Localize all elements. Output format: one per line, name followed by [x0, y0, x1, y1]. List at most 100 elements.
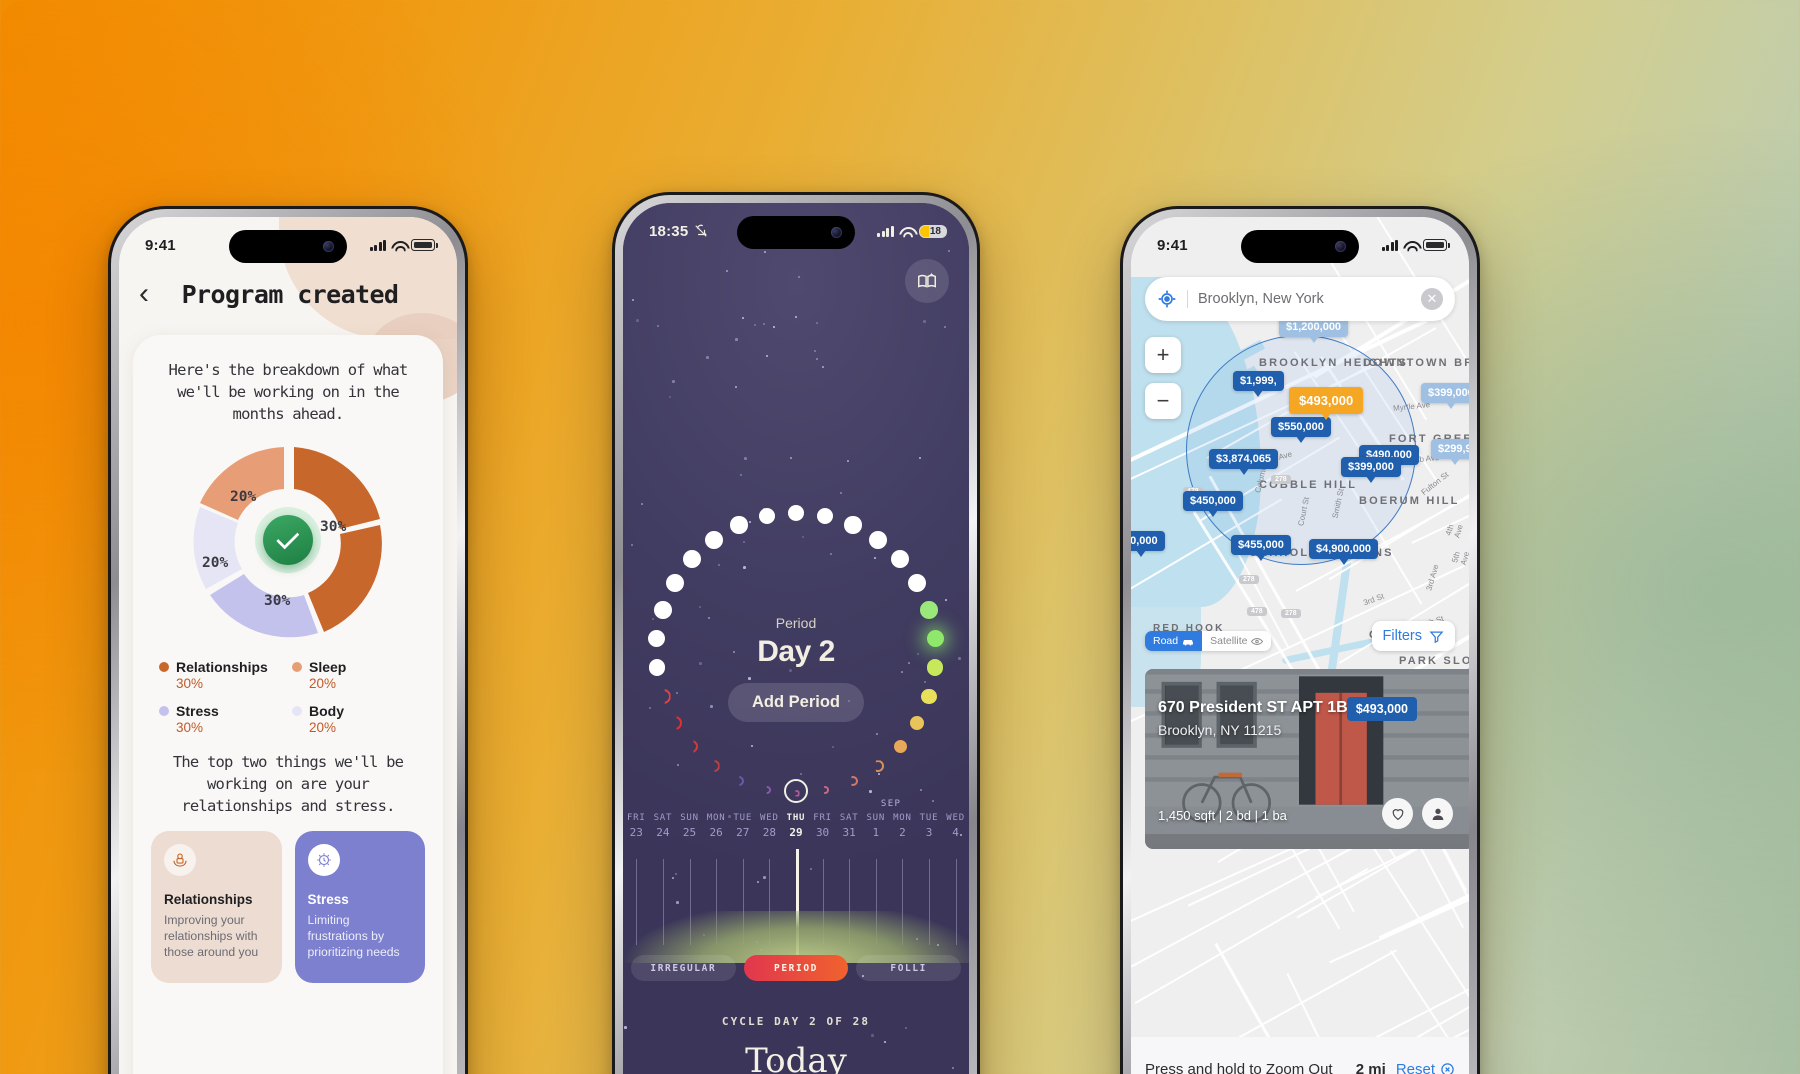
insights-book-button[interactable] [905, 259, 949, 303]
calendar-day[interactable]: SAT 31 [836, 813, 863, 839]
reset-label: Reset [1395, 1060, 1435, 1074]
map-price-pin[interactable]: $3,874,065 [1209, 449, 1279, 475]
zoom-out-button[interactable]: − [1145, 383, 1181, 419]
search-input[interactable]: Brooklyn, New York [1198, 291, 1411, 307]
calendar-day[interactable]: WED 4 [942, 813, 969, 839]
map-price-pin[interactable]: $550,000 [1271, 417, 1331, 443]
map-price-pin[interactable]: $455,000 [1231, 535, 1291, 561]
moon-phase-dot [869, 530, 888, 549]
dynamic-island [229, 230, 347, 263]
legend-value: 20% [309, 720, 337, 735]
reset-button[interactable]: Reset [1396, 1061, 1455, 1074]
calendar-day[interactable]: WED 28 [756, 813, 783, 839]
legend-item-relationships: Relationships 30% [159, 659, 284, 691]
map-price-pin[interactable]: 90,000 [1131, 531, 1165, 557]
calendar-daynum: 3 [925, 826, 933, 839]
calendar-day[interactable]: SUN 25 [676, 813, 703, 839]
breakdown-donut-chart: 20% 30% 20% 30% [168, 431, 408, 649]
calendar-weekday: FRI [813, 813, 832, 823]
maptype-road[interactable]: Road [1145, 631, 1203, 651]
date-timeline[interactable]: SEP FRI 23 SAT 24 SUN 25 MON 26 TUE 27 WED 28… [623, 799, 969, 963]
segment-follicular[interactable]: FOLLI [856, 955, 962, 981]
legend-dot [292, 662, 302, 672]
add-period-button[interactable]: Add Period [727, 683, 864, 722]
card-desc: Improving your relationships with those … [164, 913, 259, 960]
moon-phase-dot [844, 516, 862, 534]
calendar-day[interactable]: FRI 30 [809, 813, 836, 839]
status-time: 9:41 [145, 236, 176, 254]
calendar-day[interactable]: SUN 1 [862, 813, 889, 839]
eye-icon [1251, 637, 1264, 645]
close-icon[interactable]: ✕ [1421, 288, 1443, 310]
dynamic-island [1241, 230, 1359, 263]
map-price-pin[interactable]: $399,000 [1341, 457, 1401, 483]
phone-realestate-map: BROOKLYN HEIGHTSDOWNTOWN BROOKLYNCOBBLE … [1120, 206, 1480, 1074]
property-price-badge: $493,000 [1346, 697, 1417, 721]
map-price-pin[interactable]: $399,000 [1421, 383, 1469, 409]
calendar-weekday: TUE [733, 813, 753, 823]
calendar-day[interactable]: TUE 3 [916, 813, 943, 839]
moon-phase-dot [730, 516, 748, 534]
calendar-daynum: 2 [899, 826, 906, 839]
search-bar[interactable]: Brooklyn, New York ✕ [1145, 277, 1455, 321]
calendar-weekday: SUN [680, 813, 699, 823]
car-icon [1183, 639, 1194, 645]
calendar-daynum: 28 [762, 826, 776, 839]
calendar-day[interactable]: SAT 24 [650, 813, 677, 839]
filters-button[interactable]: Filters [1371, 621, 1455, 651]
map-price-pin[interactable]: $450,000 [1183, 491, 1243, 517]
moon-phase-dot [665, 574, 684, 592]
calendar-day[interactable]: THU 29 [783, 813, 810, 839]
highway-shield: 478 [1247, 607, 1267, 616]
crosshair-icon[interactable] [1157, 289, 1177, 309]
calendar-daynum: 30 [815, 826, 830, 839]
calendar-daynum: 4 [952, 826, 959, 839]
legend-item-sleep: Sleep 20% [292, 659, 417, 691]
map-price-pin[interactable]: $493,000 [1289, 387, 1364, 420]
segment-period[interactable]: PERIOD [743, 955, 849, 981]
property-subtitle: Brooklyn, NY 11215 [1158, 722, 1282, 738]
legend-label: Body [309, 703, 344, 719]
moon-phase-dot [758, 507, 776, 525]
maptype-satellite[interactable]: Satellite [1202, 631, 1272, 651]
funnel-icon [1429, 631, 1444, 643]
property-card[interactable]: 670 President ST APT 1B Brooklyn, NY 112… [1145, 669, 1469, 849]
focus-card-stress[interactable]: Stress Limiting frustrations by prioriti… [294, 831, 425, 983]
cycle-day: Day 2 [757, 635, 835, 668]
calendar-weekday: SAT [839, 813, 859, 823]
moon-phase-dot [683, 550, 701, 569]
slice-label-sleep: 20% [230, 489, 257, 505]
zoom-in-button[interactable]: + [1145, 337, 1181, 373]
legend-label: Relationships [176, 659, 268, 675]
moon-phase-dot [908, 574, 927, 592]
map-type-toggle[interactable]: Road Satellite [1145, 631, 1272, 651]
highway-shield: 278 [1271, 475, 1291, 484]
calendar-weekday: FRI [626, 813, 646, 823]
calendar-weekday: MON [706, 813, 726, 823]
phase-segment-control[interactable]: IRREGULAR PERIOD FOLLI [623, 955, 969, 981]
moon-phase-dot [893, 740, 907, 754]
calendar-day[interactable]: MON 26 [703, 813, 730, 839]
segment-irregular[interactable]: IRREGULAR [631, 955, 736, 981]
calendar-day[interactable]: TUE 27 [729, 813, 756, 839]
map-street-label: 5th Ave [1450, 550, 1469, 567]
map-price-pin[interactable]: $299,9 [1431, 439, 1469, 465]
moon-phase-dot [766, 785, 772, 795]
focus-card-relationships[interactable]: Relationships Improving your relationshi… [151, 831, 282, 983]
calendar-daynum: 31 [842, 826, 856, 839]
maptype-road-label: Road [1153, 635, 1179, 647]
calendar-day[interactable]: FRI 23 [623, 813, 650, 839]
agent-button[interactable] [1422, 798, 1453, 829]
legend-label: Sleep [309, 659, 347, 675]
highway-shield: 278 [1239, 575, 1259, 584]
map-price-pin[interactable]: $4,900,000 [1309, 539, 1379, 565]
map-street-label: Fulton St [1419, 470, 1451, 497]
card-desc: Limiting frustrations by prioritizing ne… [307, 913, 400, 960]
back-button[interactable]: ‹ [139, 279, 173, 309]
map-footer-bar: Press and hold to Zoom Out 2 mi Reset [1131, 1037, 1469, 1074]
favorite-button[interactable] [1382, 798, 1413, 829]
slice-label-relationships: 30% [320, 519, 347, 535]
calendar-day[interactable]: MON 2 [889, 813, 916, 839]
map-price-pin[interactable]: $1,999, [1233, 371, 1284, 397]
cellular-icon [877, 225, 894, 237]
